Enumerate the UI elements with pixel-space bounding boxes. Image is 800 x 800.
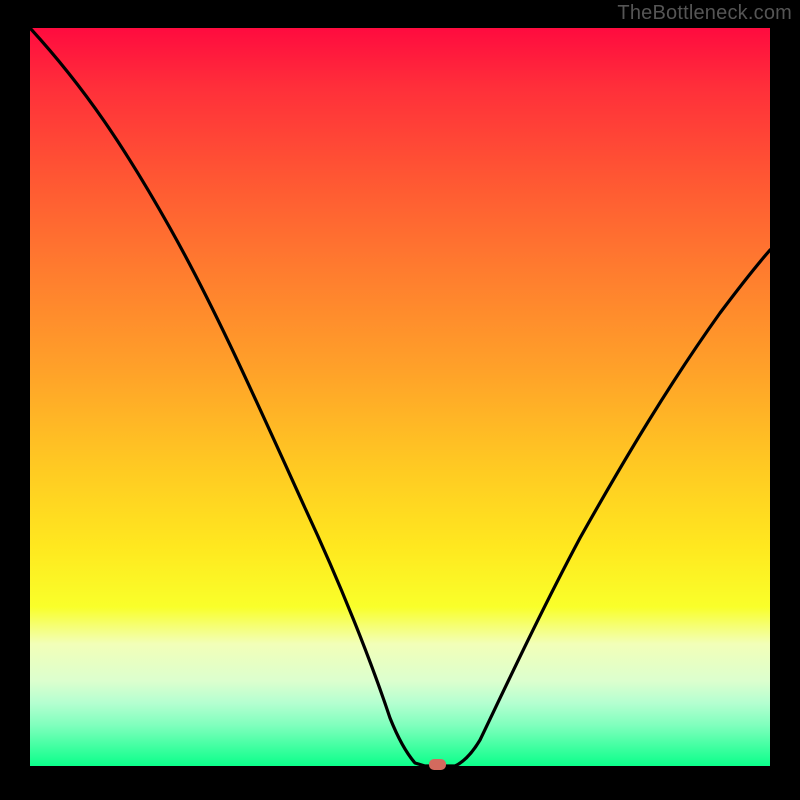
- plot-area: [30, 28, 770, 770]
- watermark-text: TheBottleneck.com: [617, 2, 792, 25]
- curve-layer: [30, 28, 770, 770]
- min-marker: [429, 759, 446, 770]
- chart-frame: TheBottleneck.com: [0, 0, 800, 800]
- bottleneck-curve: [30, 28, 770, 766]
